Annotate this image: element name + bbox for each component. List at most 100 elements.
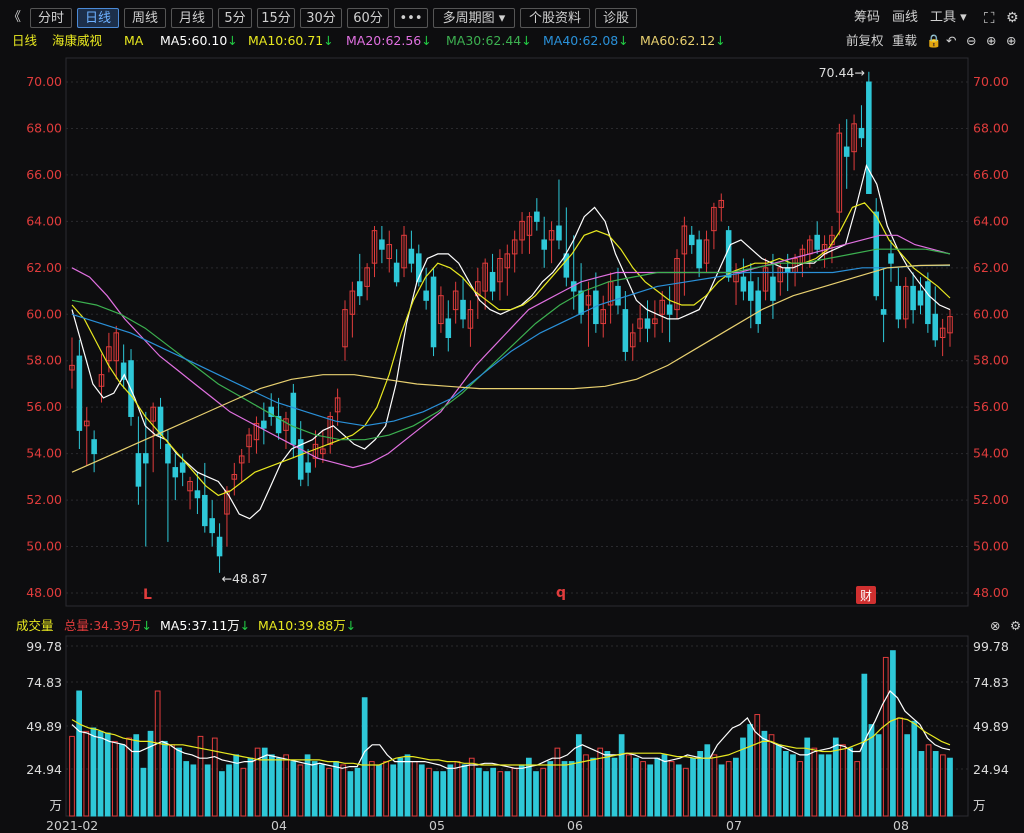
volume-bar xyxy=(511,767,518,817)
high-price-label: 70.44→ xyxy=(819,65,865,80)
kline-chart: 70.00 70.00 68.00 68.00 66.00 66.00 64.00 64.00… xyxy=(26,57,1009,833)
ma40-value: MA40:62.08↓ xyxy=(543,33,629,48)
period-tab-1[interactable]: 日线 xyxy=(77,8,119,28)
candle-body xyxy=(194,490,201,499)
undo-icon[interactable]: ↶ xyxy=(946,32,956,50)
candle-body xyxy=(445,318,452,338)
period-tab-11[interactable]: 诊股 xyxy=(595,8,637,28)
period-tab-0[interactable]: 分时 xyxy=(30,8,72,28)
period-tab-7[interactable]: 60分 xyxy=(347,8,389,28)
period-tab-4[interactable]: 5分 xyxy=(218,8,252,28)
candle-body xyxy=(467,309,474,329)
volume-bar xyxy=(240,767,247,817)
volume-bar xyxy=(904,734,911,817)
x-axis-label: 04 xyxy=(271,818,287,833)
price-y-tick-left: 60.00 xyxy=(26,306,62,321)
volume-bar xyxy=(233,754,240,817)
back-icon[interactable]: 《 xyxy=(8,8,21,28)
volume-bar xyxy=(868,724,875,817)
period-tab-9[interactable]: 多周期图 ▾ xyxy=(433,8,515,28)
candle-body xyxy=(504,253,511,269)
volume-bar xyxy=(90,727,97,817)
volume-bar xyxy=(497,771,504,817)
tools-menu[interactable]: 工具 ▾ xyxy=(930,8,967,28)
candle-body xyxy=(629,332,636,348)
volume-bar xyxy=(668,761,675,817)
candle-body xyxy=(91,439,97,455)
volume-bar xyxy=(468,757,475,817)
indicator-settings-icon[interactable]: ⚙ xyxy=(1010,617,1021,635)
candle-body xyxy=(711,206,717,232)
fullscreen-icon[interactable]: ⛶ xyxy=(984,8,995,28)
volume-bar xyxy=(890,650,896,817)
volume-bar xyxy=(504,771,511,817)
volume-title: 成交量 xyxy=(16,618,54,633)
candle-body xyxy=(165,443,171,464)
candle-body xyxy=(69,364,75,371)
marker-l: L xyxy=(143,587,152,603)
volume-bar xyxy=(825,754,832,817)
volume-bar xyxy=(740,737,746,817)
reload-button[interactable]: 重载 xyxy=(892,32,917,50)
volume-bar xyxy=(133,734,140,817)
candle-body xyxy=(415,253,422,283)
period-tab-5[interactable]: 15分 xyxy=(257,8,295,28)
candle-body xyxy=(939,327,946,338)
candle-body xyxy=(674,258,680,311)
adjust-mode-button[interactable]: 前复权 xyxy=(846,32,884,50)
candle-body xyxy=(637,318,643,329)
period-tab-2[interactable]: 周线 xyxy=(124,8,166,28)
ma5-value: MA5:60.10↓ xyxy=(160,33,238,48)
candle-body xyxy=(755,290,761,325)
settings-icon[interactable]: ⚙ xyxy=(1006,8,1019,28)
candle-body xyxy=(408,248,415,264)
candle-body xyxy=(925,281,931,325)
price-y-tick-left: 62.00 xyxy=(26,260,62,275)
candle-body xyxy=(327,415,334,445)
candle-body xyxy=(843,146,850,157)
volume-bar xyxy=(533,771,539,817)
zoom-in-icon[interactable]: ⊕ xyxy=(986,32,996,50)
indicator-name[interactable]: MA xyxy=(124,32,143,50)
volume-y-tick-right: 万 xyxy=(973,798,986,813)
period-tab-6[interactable]: 30分 xyxy=(300,8,342,28)
volume-bar xyxy=(925,744,932,817)
candle-body xyxy=(814,234,820,250)
candle-body xyxy=(784,267,791,273)
volume-bar xyxy=(297,764,304,817)
price-y-tick-left: 52.00 xyxy=(26,492,62,507)
volume-bar xyxy=(418,764,425,817)
candle-body xyxy=(534,211,540,222)
price-y-tick-left: 48.00 xyxy=(26,585,62,600)
expand-icon[interactable]: ⊕ xyxy=(1006,32,1016,50)
volume-bar xyxy=(518,764,525,817)
volume-bar xyxy=(219,771,225,817)
period-tab-8[interactable]: ••• xyxy=(394,8,428,28)
volume-total: 总量:34.39万↓ xyxy=(64,618,152,633)
volume-bar xyxy=(404,754,411,817)
candle-body xyxy=(688,234,695,246)
candle-body xyxy=(290,392,297,445)
lock-icon[interactable]: 🔒 xyxy=(926,32,942,50)
x-axis-label: 05 xyxy=(429,818,445,833)
volume-y-tick-left: 74.83 xyxy=(26,675,62,690)
period-tab-10[interactable]: 个股资料 xyxy=(520,8,590,28)
candle-body xyxy=(179,462,186,473)
zoom-out-icon[interactable]: ⊖ xyxy=(966,32,976,50)
draw-line-button[interactable]: 画线 xyxy=(892,8,918,28)
volume-bar xyxy=(875,734,882,817)
period-tab-3[interactable]: 月线 xyxy=(171,8,213,28)
volume-bar xyxy=(347,771,354,817)
volume-bar xyxy=(633,757,639,817)
volume-bar xyxy=(911,720,918,817)
volume-bar xyxy=(119,744,125,817)
chip-distribution-button[interactable]: 筹码 xyxy=(854,8,880,28)
volume-bar xyxy=(861,673,868,817)
close-indicator-icon[interactable]: ⊗ xyxy=(990,617,1000,635)
candle-body xyxy=(482,262,488,292)
price-y-tick-right: 56.00 xyxy=(973,399,1009,414)
price-y-tick-right: 54.00 xyxy=(973,446,1009,461)
price-y-tick-right: 52.00 xyxy=(973,492,1009,507)
volume-bar xyxy=(897,717,903,817)
volume-bar xyxy=(147,730,154,817)
